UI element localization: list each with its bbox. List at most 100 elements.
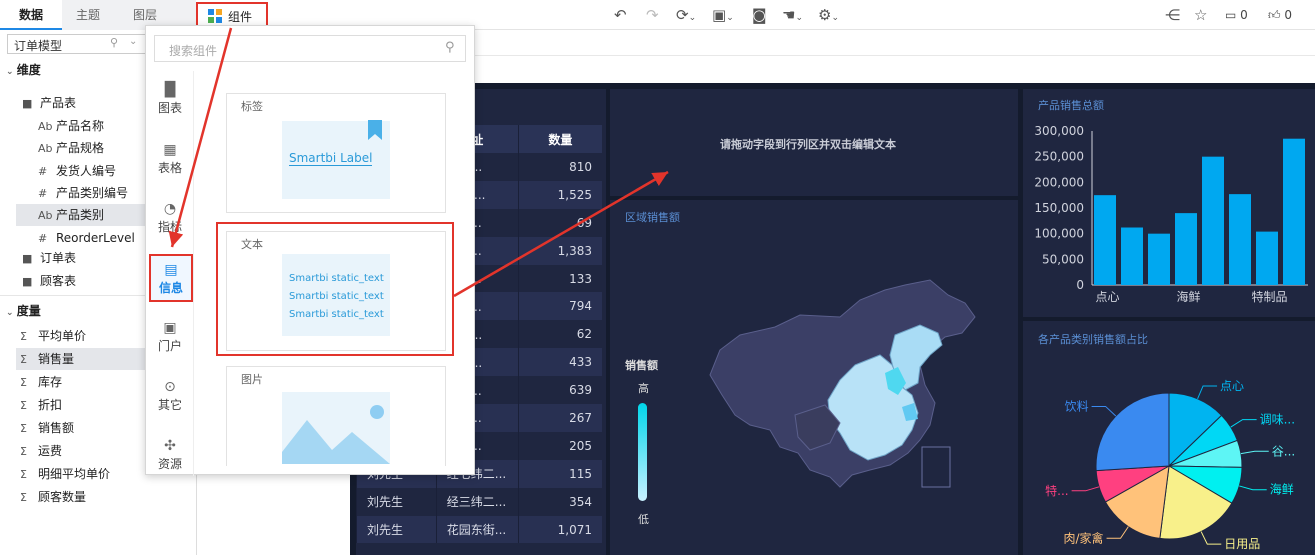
text-type-icon: Ab <box>38 209 53 223</box>
tree-order-table[interactable]: ■ 订单表 <box>22 247 76 269</box>
pie-slice-label: 海鲜 <box>1270 482 1294 497</box>
like-button[interactable]: 👍︎ 0 <box>1268 7 1292 23</box>
table-cell: 1,383 <box>517 236 602 265</box>
bar[interactable] <box>1202 156 1224 285</box>
thumbs-up-icon: 👍︎ <box>1268 8 1281 22</box>
y-tick-label: 300,000 <box>1034 124 1084 138</box>
component-grid-icon <box>208 9 222 23</box>
component-search-input[interactable]: 搜索组件 ⚲ <box>154 35 466 62</box>
pie-leader-line <box>1200 531 1222 545</box>
pie-slice-label: 肉/家禽 <box>1064 530 1104 545</box>
y-tick-label: 250,000 <box>1034 150 1084 164</box>
map-legend-high: 高 <box>638 382 649 395</box>
tree-measure-item[interactable]: Σ 顾客数量 <box>16 486 196 508</box>
table-cell: 354 <box>517 487 602 516</box>
redo-icon[interactable]: ↷ <box>646 6 659 24</box>
map-legend-low: 低 <box>638 513 649 526</box>
collapse-icon: ⌄ <box>6 308 17 318</box>
field-label: ReorderLevel <box>56 230 135 245</box>
pie-leader-line <box>1197 385 1218 400</box>
image-placeholder-icon <box>282 405 390 464</box>
star-icon[interactable]: ☆ <box>1194 6 1207 24</box>
pie-chart-panel[interactable]: 各产品类别销售额占比 点心 调味... 谷... 海鲜 日用品 肉/家禽 特... 饮料 <box>1023 321 1315 555</box>
bar[interactable] <box>1121 227 1143 285</box>
china-map[interactable] <box>680 255 980 500</box>
product-table-label: 产品表 <box>40 96 77 110</box>
bar-chart-panel[interactable]: 产品销售总额 0 50,000 100,000 150,000 200,000 250,0… <box>1023 89 1315 317</box>
bar-chart[interactable]: 0 50,000 100,000 150,000 200,000 250,000 300,0… <box>1023 119 1315 314</box>
pie-chart[interactable]: 点心调味... 谷... 海鲜日用品 肉/家禽 特... 饮料 <box>1023 349 1315 555</box>
dimension-section[interactable]: ⌄ 维度 <box>6 59 41 81</box>
bar[interactable] <box>1175 213 1197 285</box>
bar-chart-title: 产品销售总额 <box>1038 99 1104 112</box>
pie-leader-line <box>1091 405 1117 417</box>
table-header-cell[interactable]: 数量 <box>517 125 602 153</box>
comment-button[interactable]: ▭ 0 <box>1225 7 1248 23</box>
dimension-header: 维度 <box>16 63 41 77</box>
map-panel[interactable]: 区域销售额 销售额 高 低 <box>610 200 1018 555</box>
table-cell: 639 <box>517 376 602 405</box>
tab-data[interactable]: 数据 <box>0 0 62 30</box>
bar[interactable] <box>1256 231 1278 285</box>
category-info[interactable]: ▤ 信息 <box>149 254 193 302</box>
label-card-title: 标签 <box>241 100 263 113</box>
settings-icon[interactable]: ⚙⌄ <box>818 6 839 24</box>
measure-label: 平均单价 <box>38 329 87 343</box>
tab-theme[interactable]: 主题 <box>62 0 114 30</box>
map-legend-title: 销售额 <box>625 359 658 372</box>
image-card[interactable]: 图片 <box>226 366 446 466</box>
table-icon: ▦ <box>163 142 177 158</box>
pie-slice-label: 点心 <box>1220 379 1244 393</box>
table-cell: 刘先生 <box>356 515 437 544</box>
save-icon[interactable]: ▣⌄ <box>712 6 734 24</box>
measure-label: 库存 <box>38 375 63 389</box>
bar-chart-icon: ▐▌ <box>159 82 181 98</box>
y-tick-label: 100,000 <box>1034 227 1084 241</box>
category-label: 指标 <box>157 220 182 234</box>
undo-icon[interactable]: ↶ <box>614 6 627 24</box>
label-card[interactable]: 标签 Smartbi Label <box>226 93 446 213</box>
category-chart[interactable]: ▐▌ 图表 <box>146 81 194 116</box>
text-panel[interactable]: 请拖动字段到行列区并双击编辑文本 <box>610 89 1018 196</box>
bar[interactable] <box>1148 233 1170 285</box>
x-tick-label: 点心 <box>1095 290 1119 304</box>
like-count: 0 <box>1284 8 1293 22</box>
tree-customer-table[interactable]: ■ 顾客表 <box>22 270 76 292</box>
category-other[interactable]: ⊙ 其它 <box>146 378 194 413</box>
text-hint: 请拖动字段到行列区并双击编辑文本 <box>720 138 896 151</box>
measure-label: 顾客数量 <box>38 490 87 504</box>
category-portal[interactable]: ▣ 门户 <box>146 319 194 354</box>
bar[interactable] <box>1094 195 1116 285</box>
refresh-icon[interactable]: ⟳⌄ <box>676 6 696 24</box>
table-cell: 花园东街... <box>435 515 519 544</box>
table-row[interactable]: 刘先生 经三纬二... 354 <box>356 487 602 516</box>
y-tick-label: 50,000 <box>1042 252 1084 266</box>
preview-icon[interactable]: ◙ <box>752 6 767 24</box>
table-cell: 经三纬二... <box>435 487 519 516</box>
category-label: 资源 <box>157 457 182 471</box>
bookmark-icon <box>368 120 382 140</box>
measure-label: 运费 <box>38 444 63 458</box>
tree-product-table[interactable]: ■ 产品表 <box>22 92 76 114</box>
category-indicator[interactable]: ◔ 指标 <box>146 200 194 235</box>
customer-table-label: 顾客表 <box>40 274 77 288</box>
table-row[interactable]: 刘先生 花园东街... 1,071 <box>356 515 602 544</box>
map-inset-box <box>921 446 951 488</box>
category-resource[interactable]: ✣ 资源 <box>146 437 194 472</box>
bar[interactable] <box>1229 194 1251 285</box>
model-select[interactable]: 订单模型 ⚲ ⌄ <box>7 34 147 54</box>
pie-slice[interactable] <box>1095 392 1170 472</box>
chevron-down-icon: ⌄ <box>129 36 138 47</box>
hand-icon[interactable]: ☚⌄ <box>782 6 803 24</box>
share-icon[interactable]: ⋲ <box>1165 6 1180 24</box>
measure-section[interactable]: ⌄ 度量 <box>6 300 41 322</box>
puzzle-icon: ✣ <box>164 438 176 454</box>
category-table[interactable]: ▦ 表格 <box>146 141 194 176</box>
model-select-value: 订单模型 <box>14 39 63 53</box>
map-legend-bar[interactable] <box>638 403 647 501</box>
table-cell: 115 <box>517 459 602 488</box>
more-icon: ⊙ <box>164 379 176 395</box>
map-title: 区域销售额 <box>625 211 680 224</box>
text-type-icon: Ab <box>38 142 53 156</box>
bar[interactable] <box>1283 138 1305 285</box>
